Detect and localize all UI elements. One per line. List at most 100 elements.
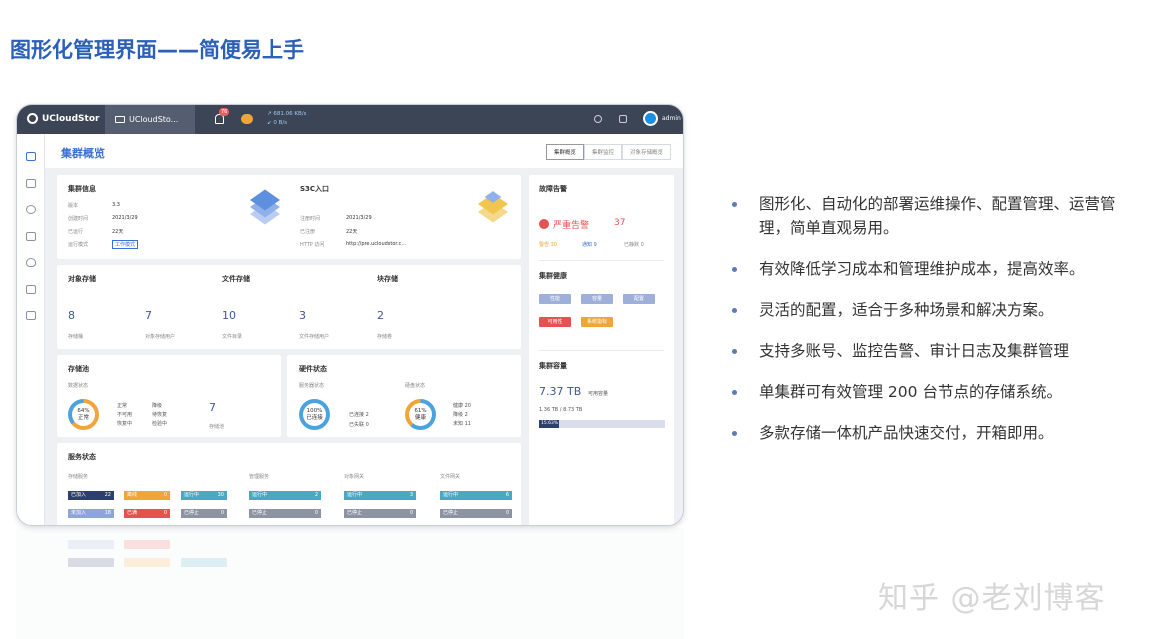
transfer-rate: ↗ 681.06 KB/s ↙ 0 B/s [267, 110, 306, 128]
home-icon[interactable] [26, 152, 36, 161]
mode-chip[interactable]: 工作模式 [112, 240, 139, 249]
shield-icon[interactable] [26, 205, 36, 214]
info-key: 已运行 [68, 229, 84, 235]
server-legend: 已连接 2 [349, 412, 369, 418]
avatar[interactable] [643, 111, 658, 126]
rate-down: ↙ 0 B/s [267, 120, 288, 126]
hardware-card: 硬件状态 服务器状态 硬盘状态 100% 已连接 已连接 2 已失联 0 61% 健… [287, 355, 521, 437]
cluster-info-title: 集群信息 [68, 185, 96, 193]
open-tab[interactable]: UCloudSto... [105, 105, 195, 134]
pool-donut: 64% 正常 [68, 399, 99, 430]
bar-value: 3 [409, 492, 413, 498]
folder-nav-icon[interactable] [26, 232, 36, 241]
service-bar: 已停止 0 [440, 509, 512, 518]
bar-value: 22 [104, 492, 111, 498]
object-storage-title: 对象存储 [68, 275, 96, 283]
bar-label: 运行中 [443, 492, 459, 498]
capacity-available-label: 可用容量 [588, 391, 609, 397]
pool-legend: 待恢复 [152, 412, 168, 418]
tab-object-overview[interactable]: 对象存储概览 [621, 144, 671, 160]
s3c-url-link[interactable]: http://pre.ucloudstor.c... [346, 241, 406, 247]
bar-label: 已停止 [347, 510, 363, 516]
health-tag[interactable]: 性能 [539, 294, 571, 304]
health-tag[interactable]: 配置 [623, 294, 655, 304]
s3c-row: 注册时间 2021/3/29 [300, 215, 420, 222]
chart-icon[interactable] [26, 285, 36, 294]
bar-value: 30 [217, 492, 224, 498]
bar-label: 已停止 [184, 510, 200, 516]
alarm-title: 故障告警 [539, 185, 567, 193]
reflection-bar [181, 558, 227, 567]
file-storage-title: 文件存储 [222, 275, 250, 283]
bar-label: 未加入 [71, 510, 87, 516]
user-name[interactable]: admin [662, 115, 681, 122]
health-title: 集群健康 [539, 272, 567, 280]
pool-card: 存储池 数据状态 64% 正常 正常 降级 不可用 待恢复 恢复中 检验中 7 存… [57, 355, 281, 437]
volume-count: 2 [377, 309, 384, 322]
page-title: 集群概览 [61, 147, 105, 160]
service-bar: 运行中 3 [344, 491, 416, 500]
brand-logo[interactable]: UCloudStor [27, 113, 99, 124]
bar-label: 已停止 [443, 510, 459, 516]
folder-icon [115, 116, 125, 123]
server-percent: 100% [306, 408, 323, 414]
service-bar: 离线 0 [124, 491, 170, 500]
warn-count: 警告 30 [539, 242, 557, 248]
bar-label: 已满 [127, 510, 138, 516]
bar-value: 0 [163, 510, 167, 516]
info-key: 创建时间 [68, 216, 89, 222]
s3c-row: HTTP 访问 http://pre.ucloudstor.c... [300, 241, 450, 248]
search-icon[interactable] [594, 115, 602, 123]
health-tag[interactable]: 可用性 [539, 317, 571, 327]
pool-legend: 检验中 [152, 421, 168, 427]
s3c-key: 已注册 [300, 229, 316, 235]
alert-icon [539, 219, 549, 229]
notice-count: 通知 9 [582, 242, 597, 248]
info-row: 版本 3.3 [68, 202, 158, 209]
server-state-label: 服务器状态 [299, 383, 325, 389]
feature-list: 图形化、自动化的部署运维操作、配置管理、运营管理，简单直观易用。 有效降低学习成… [730, 192, 1140, 462]
tab-cluster-overview[interactable]: 集群概览 [545, 144, 584, 160]
info-row: 运行模式 工作模式 [68, 240, 178, 249]
pool-legend: 降级 [152, 403, 163, 409]
logo-icon [27, 113, 38, 124]
health-tag[interactable]: 系统指标 [581, 317, 613, 327]
cluster-icon[interactable] [26, 179, 36, 188]
reflection-bar [68, 558, 114, 567]
bar-value: 0 [163, 492, 167, 498]
sidebar [17, 134, 45, 525]
divider [539, 350, 664, 351]
slide-title: 图形化管理界面——简便易上手 [10, 38, 304, 62]
feature-item: 有效降低学习成本和管理维护成本，提高效率。 [730, 257, 1140, 281]
database-icon[interactable] [26, 258, 36, 267]
heart-icon[interactable] [241, 114, 253, 124]
bar-value: 2 [314, 492, 318, 498]
file-user-label: 文件存储用户 [299, 334, 330, 340]
object-user-count: 7 [145, 309, 152, 322]
bar-value: 18 [104, 510, 111, 516]
reflection-bar [68, 540, 114, 549]
gear-icon[interactable] [619, 115, 627, 123]
disk-legend: 健康 20 [453, 403, 471, 409]
volume-label: 存储卷 [377, 334, 393, 340]
service-bar: 已加入 22 [68, 491, 114, 500]
capacity-used: 1.36 TB / 8.73 TB [539, 407, 583, 413]
disk-legend: 降级 2 [453, 412, 468, 418]
feature-item: 支持多账号、监控告警、审计日志及集群管理 [730, 339, 1140, 363]
pool-count: 7 [209, 401, 216, 414]
services-title: 服务状态 [68, 453, 96, 461]
tab-cluster-monitor[interactable]: 集群监控 [583, 144, 622, 160]
health-tag[interactable]: 容量 [581, 294, 613, 304]
slide: 图形化管理界面——简便易上手 UCloudStor UCloudSto... 7… [0, 0, 1155, 639]
rate-up: ↗ 681.06 KB/s [267, 111, 307, 117]
notification-badge: 76 [219, 108, 230, 116]
info-row: 创建时间 2021/3/29 [68, 215, 158, 222]
drive-icon[interactable] [26, 311, 36, 320]
severe-alarm-label: 严重告警 [553, 221, 590, 231]
pool-count-label: 存储池 [209, 424, 225, 430]
pool-legend: 正常 [117, 403, 128, 409]
service-group: 文件网关 [440, 474, 461, 480]
pool-title: 存储池 [68, 365, 89, 373]
service-bar: 已停止 0 [249, 509, 321, 518]
page-tabs: 集群概览 集群监控 对象存储概览 [545, 144, 671, 160]
